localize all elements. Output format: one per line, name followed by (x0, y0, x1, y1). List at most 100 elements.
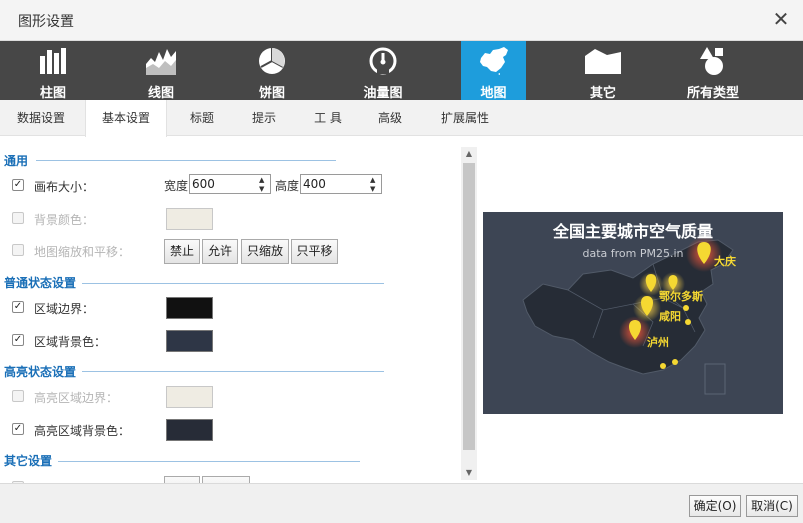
highlight-border-label: 高亮区域边界： (34, 391, 119, 405)
chart-type-label: 饼图 (258, 86, 285, 101)
zoom-only-button[interactable]: 只缩放 (241, 239, 289, 264)
dialog-title: 图形设置 (18, 14, 74, 30)
tab-data-settings[interactable]: 数据设置 (0, 100, 82, 136)
settings-scrollbar[interactable]: ▲ ▼ (461, 147, 477, 480)
chart-type-bar[interactable]: 柱图 (0, 41, 106, 101)
width-stepper[interactable]: 600 ▲ ▼ (189, 174, 271, 194)
width-value: 600 (192, 177, 215, 191)
zoom-pan-disable-button[interactable]: 禁止 (164, 239, 200, 264)
height-stepper[interactable]: 400 ▲ ▼ (300, 174, 382, 194)
city-label: 鄂尔多斯 (659, 290, 703, 303)
other-row-partial (0, 476, 460, 483)
city-label: 泸州 (647, 336, 669, 349)
scroll-down-icon[interactable]: ▼ (461, 466, 477, 480)
highlight-border-row: 高亮区域边界： (0, 385, 460, 409)
background-color-label: 背景颜色： (34, 213, 95, 227)
line-chart-icon (146, 49, 176, 75)
highlight-border-checkbox[interactable] (12, 390, 24, 402)
section-other-title: 其它设置 (4, 454, 53, 468)
region-background-label: 区域背景色： (34, 335, 107, 349)
region-border-checkbox[interactable]: ✓ (12, 301, 24, 313)
decrement-icon[interactable]: ▼ (370, 185, 378, 193)
close-icon[interactable]: ✕ (771, 9, 791, 29)
increment-icon[interactable]: ▲ (370, 176, 378, 184)
pan-only-button[interactable]: 只平移 (291, 239, 338, 264)
background-color-row: 背景颜色： (0, 207, 460, 231)
map-preview: 全国主要城市空气质量 data from PM25.in 大庆 鄂尔多斯 咸阳 … (483, 212, 783, 414)
preview-subtitle: data from PM25.in (582, 247, 684, 260)
background-color-checkbox[interactable] (12, 212, 24, 224)
chart-type-label: 线图 (147, 86, 174, 101)
section-divider (82, 283, 384, 284)
tab-tooltip[interactable]: 提示 (234, 100, 294, 136)
section-divider (36, 160, 336, 161)
zoom-pan-row: 地图缩放和平移： 禁止 允许 只缩放 只平移 (0, 239, 460, 266)
chart-settings-dialog: 图形设置 ✕ 柱图 线图 饼图 油量图 地图 其它 所有类型 数据设置 基本设置… (0, 0, 803, 523)
zoom-pan-label: 地图缩放和平移： (34, 245, 131, 259)
shapes-icon (700, 47, 723, 75)
other-button[interactable] (164, 476, 200, 483)
chart-type-label: 柱图 (39, 86, 66, 101)
chart-type-other[interactable]: 其它 (548, 41, 658, 101)
cancel-button[interactable]: 取消(C) (746, 495, 798, 517)
pie-chart-icon (259, 48, 285, 74)
map-icon (479, 47, 508, 75)
section-divider (82, 371, 384, 372)
dialog-footer: 确定(O) 取消(C) (0, 483, 803, 523)
region-background-checkbox[interactable]: ✓ (12, 334, 24, 346)
height-value: 400 (303, 177, 326, 191)
section-divider (58, 461, 360, 462)
china-map-illustration (522, 236, 734, 395)
width-label: 宽度 (164, 179, 189, 193)
tab-basic-settings[interactable]: 基本设置 (85, 100, 167, 137)
scroll-thumb[interactable] (463, 163, 475, 450)
bar-chart-icon (40, 48, 66, 74)
section-general-title: 通用 (4, 154, 29, 168)
area-shape-icon (585, 49, 621, 74)
chart-type-line[interactable]: 线图 (106, 41, 216, 101)
region-background-color-swatch[interactable] (166, 330, 213, 352)
chart-type-label: 地图 (480, 86, 507, 101)
region-border-color-swatch[interactable] (166, 297, 213, 319)
highlight-border-color-swatch[interactable] (166, 386, 213, 408)
highlight-background-row: ✓ 高亮区域背景色： (0, 418, 460, 442)
basic-settings-panel: 通用 ✓ 画布大小： 宽度 600 ▲ ▼ 高度 400 ▲ ▼ 背景颜色： 地… (0, 137, 460, 483)
other-button[interactable] (202, 476, 250, 483)
background-color-swatch[interactable] (166, 208, 213, 230)
tab-tools[interactable]: 工 具 (298, 100, 358, 136)
ok-button[interactable]: 确定(O) (689, 495, 741, 517)
height-label: 高度 (275, 179, 300, 193)
highlight-background-color-swatch[interactable] (166, 419, 213, 441)
chart-type-all[interactable]: 所有类型 (658, 41, 768, 101)
highlight-background-label: 高亮区域背景色： (34, 424, 131, 438)
canvas-size-row: ✓ 画布大小： 宽度 600 ▲ ▼ 高度 400 ▲ ▼ (0, 174, 460, 198)
chart-type-pie[interactable]: 饼图 (216, 41, 328, 101)
region-background-row: ✓ 区域背景色： (0, 329, 460, 353)
chart-type-map[interactable]: 地图 (461, 41, 526, 101)
increment-icon[interactable]: ▲ (259, 176, 267, 184)
region-border-row: ✓ 区域边界： (0, 296, 460, 320)
region-border-label: 区域边界： (34, 302, 95, 316)
canvas-size-checkbox[interactable]: ✓ (12, 179, 24, 191)
chart-type-label: 油量图 (363, 86, 403, 101)
tab-advanced[interactable]: 高级 (360, 100, 420, 136)
decrement-icon[interactable]: ▼ (259, 185, 267, 193)
gauge-icon (369, 47, 397, 75)
tab-title[interactable]: 标题 (172, 100, 232, 136)
highlight-background-checkbox[interactable]: ✓ (12, 423, 24, 435)
section-highlight-title: 高亮状态设置 (4, 365, 77, 379)
chart-type-gauge[interactable]: 油量图 (328, 41, 438, 101)
zoom-pan-checkbox[interactable] (12, 244, 24, 256)
settings-tabs: 数据设置 基本设置 标题 提示 工 具 高级 扩展属性 (0, 100, 803, 137)
tab-extended-properties[interactable]: 扩展属性 (430, 100, 500, 136)
preview-title: 全国主要城市空气质量 (552, 222, 713, 241)
city-label: 咸阳 (659, 310, 681, 323)
title-bar: 图形设置 ✕ (0, 0, 803, 41)
chart-type-label: 其它 (589, 86, 616, 101)
section-normal-title: 普通状态设置 (4, 276, 77, 290)
city-label: 大庆 (714, 255, 736, 268)
zoom-pan-allow-button[interactable]: 允许 (202, 239, 238, 264)
chart-type-label: 所有类型 (686, 86, 739, 101)
scroll-up-icon[interactable]: ▲ (461, 147, 477, 161)
chart-type-toolbar: 柱图 线图 饼图 油量图 地图 其它 所有类型 (0, 41, 803, 101)
